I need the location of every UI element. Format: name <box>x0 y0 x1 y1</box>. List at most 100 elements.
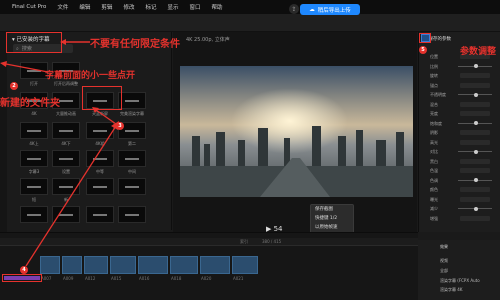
menu-item[interactable]: 编辑 <box>79 3 90 11</box>
app-toolbar <box>0 14 500 32</box>
annotation-arrow <box>60 39 90 45</box>
city-skyline-image <box>180 66 413 197</box>
inspector-row-label: 混合 <box>430 101 438 107</box>
viewer-video-frame[interactable] <box>180 66 413 197</box>
timeline-clip-label: A016 <box>139 276 150 281</box>
thumbnail-preview-mark <box>125 214 139 216</box>
title-thumbnail[interactable] <box>118 178 146 195</box>
thumbnail-preview-mark <box>125 100 139 102</box>
effects-item[interactable]: 渲染字幕 (FCPX Auto <box>440 278 480 284</box>
menu-item[interactable]: Final Cut Pro <box>12 4 46 10</box>
slider-knob[interactable] <box>474 92 478 97</box>
inspector-row-label: 增强 <box>430 215 438 221</box>
inspector-field[interactable] <box>460 196 490 202</box>
timeline-index-label[interactable]: 索引 <box>240 239 248 245</box>
step-badge-2: 2 <box>10 82 18 90</box>
thumbnail-label: 打开后再调整 <box>54 81 78 86</box>
timeline-clip[interactable] <box>138 256 168 274</box>
title-thumbnail[interactable] <box>118 92 146 109</box>
thumbnail-label: 大量推动画 <box>56 111 76 116</box>
export-label: 稍后导出上传 <box>317 7 351 14</box>
timeline-clip[interactable] <box>170 256 198 274</box>
inspector-field[interactable] <box>460 130 490 135</box>
inspector-row-label: 锚点 <box>430 82 438 88</box>
timeline-clip[interactable] <box>200 256 230 274</box>
annotation-arrow <box>25 121 119 267</box>
title-thumbnail[interactable] <box>118 150 146 167</box>
slider-knob[interactable] <box>474 178 478 182</box>
inspector-row-label: 黑白 <box>430 158 438 164</box>
context-menu: 保存截图 快捷键 1/2 以原始帧速 <box>310 204 354 234</box>
timeline-clip-label: A012 <box>85 276 96 281</box>
menu-item[interactable]: 剪辑 <box>101 3 112 11</box>
inspector-field[interactable] <box>460 111 490 116</box>
thumbnail-preview-mark <box>125 158 139 160</box>
inspector-row-label: 色调 <box>430 177 438 183</box>
inspector-field[interactable] <box>460 82 490 88</box>
annotation-adjust-params: 参数调整 <box>460 47 497 57</box>
inspector-field[interactable] <box>460 187 490 192</box>
timeline-clip-label: A018 <box>171 276 182 281</box>
annotation-box-clip <box>2 274 42 282</box>
inspector-row-label: 颜色 <box>430 187 438 192</box>
timeline-clip-label: A007 <box>41 276 52 281</box>
inspector-row-label: 阴影 <box>430 130 438 135</box>
effects-item[interactable]: 全部 <box>440 268 448 274</box>
inspector-row-label: 饱和度 <box>430 120 442 126</box>
share-icon[interactable]: ⇪ <box>289 4 299 14</box>
slider-knob[interactable] <box>474 206 478 211</box>
timeline-clip-label: A015 <box>111 276 122 281</box>
annotation-box-inspector-tab <box>419 33 431 43</box>
title-thumbnail[interactable] <box>118 206 146 223</box>
thumbnail-preview-mark <box>125 186 139 188</box>
menu-item[interactable]: 显示 <box>167 3 178 11</box>
slider-knob[interactable] <box>474 149 478 154</box>
thumbnail-preview-mark <box>125 130 139 132</box>
inspector-row-label: 比例 <box>430 63 438 69</box>
inspector-row-label: 高光 <box>430 139 438 145</box>
viewer-format-label: 4K 25.00p, 立体声 <box>186 37 230 43</box>
thumbnail-preview-mark <box>59 100 73 102</box>
annotation-dot-above: 字幕前面的小一些点开 <box>45 71 136 81</box>
effects-header: 效果 <box>440 244 448 249</box>
inspector-row-label: 对比 <box>430 149 438 154</box>
slider-knob[interactable] <box>474 121 478 125</box>
slider-knob[interactable] <box>474 64 478 68</box>
menu-item[interactable]: 修改 <box>123 3 134 11</box>
inspector-row-label: 减少 <box>430 206 438 211</box>
thumbnail-label: 完美渲染字幕 <box>120 111 144 116</box>
timeline-clip[interactable] <box>232 256 258 274</box>
menu-item[interactable]: 窗口 <box>189 3 200 11</box>
timeline-clip-label: A009 <box>63 276 74 281</box>
menu-item[interactable]: 文件 <box>57 3 68 11</box>
context-menu-item[interactable]: 快捷键 1/2 <box>311 214 353 223</box>
context-menu-item[interactable]: 保存截图 <box>311 205 353 214</box>
inspector-row-label: 旋转 <box>430 73 438 78</box>
context-menu-item[interactable]: 以原始帧速 <box>311 223 353 232</box>
annotation-no-condition: 不要有任何限定条件 <box>90 39 180 50</box>
export-button[interactable]: ☁ 稍后导出上传 <box>300 4 360 15</box>
inspector-field[interactable] <box>460 101 490 107</box>
inspector-field[interactable] <box>460 215 490 221</box>
menubar: Final Cut Pro 文件 编辑 剪辑 修改 标记 显示 窗口 帮助 <box>0 0 500 14</box>
inspector-field[interactable] <box>460 158 490 164</box>
effects-item[interactable]: 视频 <box>440 258 448 264</box>
timeline-clip-label: A021 <box>233 276 244 281</box>
menu-item[interactable]: 标记 <box>145 3 156 11</box>
annotation-box-title-tab <box>6 32 62 53</box>
inspector-row-label: 不透明度 <box>430 92 446 97</box>
effects-item[interactable]: 渲染字幕 4K <box>440 287 462 293</box>
annotation-new-folder: 新建的文件夹 <box>0 98 60 109</box>
thumbnail-label: 4K <box>31 111 37 116</box>
inspector-row-label: 亮度 <box>430 111 438 116</box>
thumbnail-label: 打开 <box>30 81 38 86</box>
inspector-field[interactable] <box>460 139 490 145</box>
inspector-field[interactable] <box>460 168 490 173</box>
timeline-clip-label: A020 <box>201 276 212 281</box>
inspector-row-label: 色温 <box>430 168 438 173</box>
step-badge-5: 5 <box>419 46 427 54</box>
annotation-arrow <box>0 61 49 73</box>
inspector-row-label: 位置 <box>430 54 438 59</box>
inspector-field[interactable] <box>460 73 490 78</box>
menu-item[interactable]: 帮助 <box>212 3 223 11</box>
